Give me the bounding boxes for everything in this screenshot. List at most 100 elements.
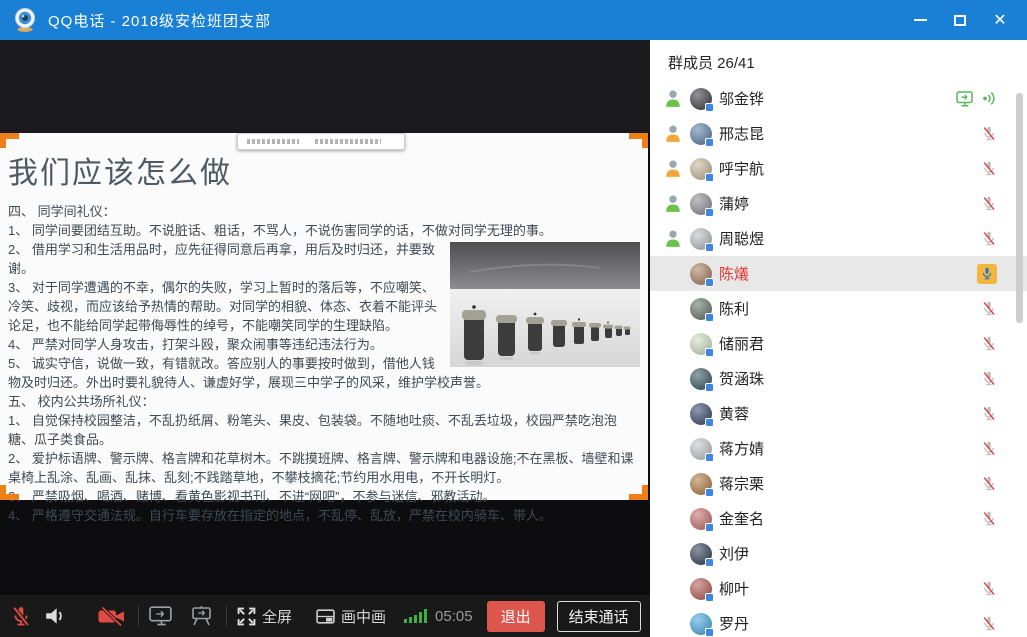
member-list: 邬金铧 [650, 81, 1027, 637]
avatar [690, 508, 712, 530]
member-row[interactable]: 陈利 [650, 291, 1027, 326]
minimize-button[interactable] [903, 0, 937, 40]
mic-muted-icon[interactable] [981, 195, 997, 212]
member-name: 贺涵珠 [719, 368, 981, 389]
member-status-icons [981, 440, 997, 457]
toolbar-divider [138, 606, 139, 626]
member-status-icons [981, 335, 997, 352]
mic-muted-icon[interactable] [981, 580, 997, 597]
member-status-icons [981, 580, 997, 597]
mic-muted-icon[interactable] [981, 370, 997, 387]
member-row[interactable]: 金奎名 [650, 501, 1027, 536]
member-row[interactable]: 陈燨 [650, 256, 1027, 291]
member-row[interactable]: 蒋宗栗 [650, 466, 1027, 501]
mic-muted-icon[interactable] [981, 230, 997, 247]
window-controls: ✕ [903, 0, 1017, 40]
member-row[interactable]: 蒲婷 [650, 186, 1027, 221]
video-top-band [0, 40, 650, 133]
qq-badge-icon [705, 523, 714, 532]
member-name: 刘伊 [719, 543, 997, 564]
avatar [690, 368, 712, 390]
slide-paragraph: 4、 严格遵守交通法规。自行车要存放在指定的地点，不乱停、乱放，严禁在校内骑车、… [8, 506, 640, 525]
mic-muted-icon[interactable] [981, 615, 997, 632]
member-row[interactable]: 储丽君 [650, 326, 1027, 361]
call-timer: 05:05 [435, 608, 473, 625]
slide-paragraph: 1、 同学间要团结互助。不说脏话、粗话，不骂人，不说伤害同学的话，不做对同学无理… [8, 221, 640, 240]
mic-muted-icon[interactable] [981, 510, 997, 527]
member-row[interactable]: 周聪煜 [650, 221, 1027, 256]
mic-muted-icon[interactable] [981, 125, 997, 142]
member-name: 蒋宗栗 [719, 473, 981, 494]
mic-muted-icon[interactable] [981, 440, 997, 457]
mic-muted-icon[interactable] [981, 300, 997, 317]
avatar [690, 88, 712, 110]
member-status-icons [981, 230, 997, 247]
member-status-icons [981, 125, 997, 142]
avatar [690, 228, 712, 250]
presentation-button[interactable] [190, 606, 214, 626]
speaker-button[interactable] [44, 605, 66, 627]
member-status-icons [981, 510, 997, 527]
shared-slide: 我们应该怎么做 四、 同学间礼仪：1、 同学间要团结互助。不说脏话、粗话，不骂人… [0, 133, 648, 500]
end-call-button[interactable]: 结束通话 [557, 601, 641, 632]
qq-badge-icon [705, 628, 714, 637]
member-row[interactable]: 邢志昆 [650, 116, 1027, 151]
member-name: 蒲婷 [719, 193, 981, 214]
member-row[interactable]: 蒋方婧 [650, 431, 1027, 466]
qq-badge-icon [705, 348, 714, 357]
member-row[interactable]: 贺涵珠 [650, 361, 1027, 396]
qq-call-window: QQ电话 - 2018级安检班团支部 ✕ 我们应该怎么做 四、 同学间礼仪：1、… [0, 0, 1027, 637]
member-name: 罗丹 [719, 613, 981, 634]
sidebar-scrollbar[interactable] [1016, 93, 1023, 323]
signal-strength-icon [404, 609, 427, 623]
screen-share-button[interactable] [149, 606, 174, 626]
slide-paragraph: 2、 爱护标语牌、警示牌、格言牌和花草树木。不跳摸班牌、格言牌、警示牌和电器设施… [8, 449, 640, 487]
exit-button[interactable]: 退出 [487, 601, 545, 632]
avatar [690, 298, 712, 320]
member-row[interactable]: 呼宇航 [650, 151, 1027, 186]
qq-badge-icon [705, 173, 714, 182]
slide-body: 四、 同学间礼仪：1、 同学间要团结互助。不说脏话、粗话，不骂人，不说伤害同学的… [0, 192, 648, 525]
pip-icon [316, 609, 335, 624]
member-row[interactable]: 柳叶 [650, 571, 1027, 606]
member-row[interactable]: 黄蓉 [650, 396, 1027, 431]
fullscreen-button[interactable]: 全屏 [237, 606, 292, 627]
avatar [690, 123, 712, 145]
member-row[interactable]: 罗丹 [650, 606, 1027, 637]
member-row[interactable]: 邬金铧 [650, 81, 1027, 116]
share-region-corner-top-left [0, 133, 19, 148]
qq-badge-icon [705, 138, 714, 147]
screen-sharing-icon [956, 91, 975, 107]
slide-paragraph: 3、 严禁吸烟、喝酒、赌博、看黄色影视书刊、不进“网吧”，不参与迷信、邪教活动。 [8, 487, 640, 506]
call-toolbar: 全屏 画中画 05:05 退出 结束通话 [0, 595, 650, 637]
microphone-muted-button[interactable] [10, 605, 32, 627]
presence-icon [664, 124, 682, 143]
avatar [690, 613, 712, 635]
avatar [690, 578, 712, 600]
avatar [690, 438, 712, 460]
member-row[interactable]: 刘伊 [650, 536, 1027, 571]
presence-icon [664, 159, 682, 178]
share-region-corner-bottom-left [0, 485, 19, 500]
mic-muted-icon[interactable] [981, 335, 997, 352]
pip-button[interactable]: 画中画 [316, 606, 386, 627]
member-status-icons [981, 615, 997, 632]
member-status-icons [981, 370, 997, 387]
member-name: 储丽君 [719, 333, 981, 354]
webcam-icon [12, 7, 38, 33]
mic-muted-icon[interactable] [981, 160, 997, 177]
member-name: 陈燨 [719, 263, 977, 284]
camera-off-button[interactable] [98, 607, 125, 626]
member-name: 黄蓉 [719, 403, 981, 424]
mic-active-icon[interactable] [977, 264, 997, 284]
slide-paragraph: 1、 自觉保持校园整洁，不乱扔纸屑、粉笔头、果皮、包装袋。不随地吐痰、不乱丢垃圾… [8, 411, 640, 449]
fullscreen-label: 全屏 [262, 606, 292, 627]
qq-badge-icon [705, 278, 714, 287]
close-button[interactable]: ✕ [983, 0, 1017, 40]
member-status-icons [981, 475, 997, 492]
maximize-button[interactable] [943, 0, 977, 40]
mic-muted-icon[interactable] [981, 475, 997, 492]
members-sidebar: 群成员 26/41 邬金铧 [650, 40, 1027, 637]
slide-paragraph: 五、 校内公共场所礼仪： [8, 392, 640, 411]
mic-muted-icon[interactable] [981, 405, 997, 422]
